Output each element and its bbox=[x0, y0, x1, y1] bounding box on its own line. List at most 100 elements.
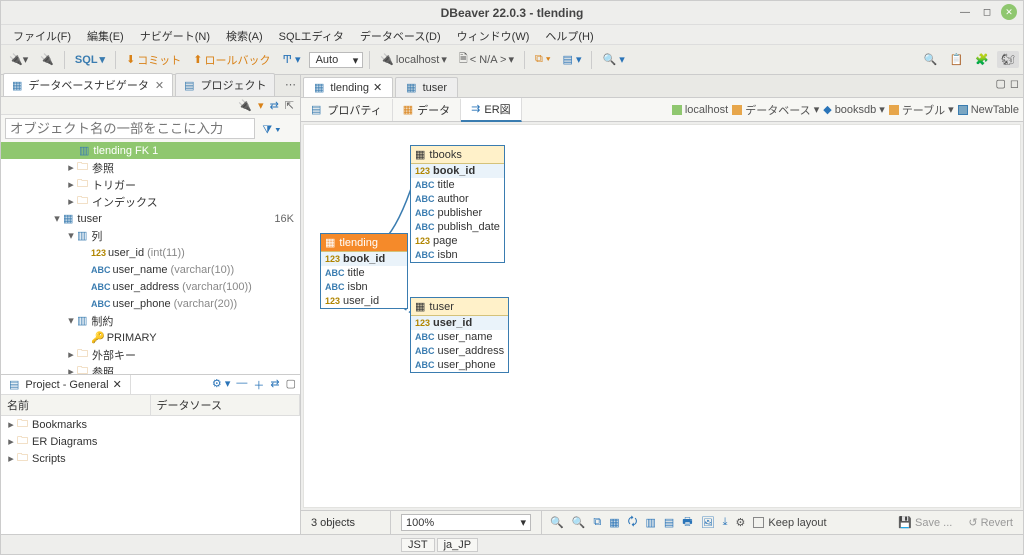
menu-help[interactable]: ヘルプ(H) bbox=[539, 27, 599, 42]
er-column[interactable]: 123book_id bbox=[411, 164, 504, 178]
rollback-button[interactable]: ⬆ ロールバック bbox=[189, 50, 274, 70]
layout-icon[interactable]: 📋 bbox=[946, 51, 968, 68]
er-column[interactable]: ABCtitle bbox=[411, 178, 504, 192]
collapse-arrow[interactable]: ▾ bbox=[51, 212, 63, 225]
er-column[interactable]: ABCuser_name bbox=[411, 330, 508, 344]
col-name-header[interactable]: 名前 bbox=[1, 395, 151, 415]
expand-arrow[interactable]: ▸ bbox=[5, 418, 17, 431]
menu-window[interactable]: ウィンドウ(W) bbox=[451, 27, 536, 42]
expand-arrow[interactable]: ▸ bbox=[65, 365, 77, 374]
bc-host[interactable]: localhost bbox=[672, 104, 728, 116]
expand-arrow[interactable]: ▸ bbox=[65, 348, 77, 361]
zoom-out-icon[interactable]: 🔍 bbox=[572, 516, 586, 529]
zoom-select[interactable]: 100%▾ bbox=[401, 514, 531, 531]
tab-projects[interactable]: ▤プロジェクト bbox=[175, 73, 275, 96]
editor-tab-tuser[interactable]: ▦tuser bbox=[395, 77, 458, 97]
settings-icon[interactable]: ⚙ bbox=[736, 516, 746, 529]
er-table-header-selected[interactable]: ▦tlending bbox=[321, 234, 407, 252]
expand-arrow[interactable]: ▸ bbox=[65, 195, 77, 208]
menu-database[interactable]: データベース(D) bbox=[354, 27, 447, 42]
link-icon[interactable]: ⇄ bbox=[270, 99, 279, 112]
minimize-button[interactable] bbox=[957, 4, 973, 20]
project-item-scripts[interactable]: ▸🗀Scripts bbox=[1, 450, 300, 467]
er-column[interactable]: 123user_id bbox=[411, 316, 508, 330]
er-column[interactable]: ABCisbn bbox=[321, 280, 407, 294]
er-column[interactable]: 123user_id bbox=[321, 294, 407, 308]
close-button[interactable] bbox=[1001, 4, 1017, 20]
tree-col-username[interactable]: ABCuser_name(varchar(10)) bbox=[1, 261, 300, 278]
col-datasource-header[interactable]: データソース bbox=[151, 395, 301, 415]
refresh-icon[interactable]: 🗘 bbox=[628, 513, 638, 532]
er-table-header[interactable]: ▦tuser bbox=[411, 298, 508, 316]
expand-arrow[interactable]: ▸ bbox=[65, 178, 77, 191]
tree-node-columns[interactable]: ▾▥列 bbox=[1, 227, 300, 244]
bc-database[interactable]: データベース ▾ bbox=[732, 102, 819, 118]
er-table-tuser[interactable]: ▦tuser 123user_idABCuser_nameABCuser_add… bbox=[410, 297, 509, 373]
tree-node-trigger[interactable]: ▸🗀トリガー bbox=[1, 176, 300, 193]
tx-button[interactable]: Ͳ ▾ bbox=[279, 51, 305, 68]
host-selector[interactable]: 🔌 localhost ▾ bbox=[376, 51, 451, 68]
tree-col-useraddress[interactable]: ABCuser_address(varchar(100)) bbox=[1, 278, 300, 295]
link-icon[interactable]: ⇄ bbox=[270, 377, 279, 393]
new-sql-icon[interactable]: 🔌 bbox=[36, 51, 58, 68]
tree-col-userphone[interactable]: ABCuser_phone(varchar(20)) bbox=[1, 295, 300, 312]
er-column[interactable]: ABCuser_phone bbox=[411, 358, 508, 372]
gear-icon[interactable]: ⚙ ▾ bbox=[212, 377, 230, 393]
keep-layout-toggle[interactable]: Keep layout bbox=[753, 517, 826, 529]
search-icon[interactable]: 🔍 ▾ bbox=[598, 51, 628, 68]
expand-arrow[interactable]: ▸ bbox=[5, 435, 17, 448]
bc-newtable[interactable]: NewTable bbox=[958, 104, 1019, 116]
er-column[interactable]: ABCpublisher bbox=[411, 206, 504, 220]
collapse-icon[interactable]: ▾ bbox=[258, 99, 264, 112]
subtab-er[interactable]: ⇉ER図 bbox=[461, 98, 522, 122]
tree-node-constraint[interactable]: ▾▥制約 bbox=[1, 312, 300, 329]
perspective-icon[interactable]: 🧩 bbox=[971, 51, 993, 68]
expand-arrow[interactable]: ▸ bbox=[65, 161, 77, 174]
grid-icon[interactable]: ▦ bbox=[609, 516, 619, 529]
tree-node-primary[interactable]: 🔑PRIMARY bbox=[1, 329, 300, 346]
tree-node-fk-group[interactable]: ▸🗀外部キー bbox=[1, 346, 300, 363]
er-column[interactable]: ABCpublish_date bbox=[411, 220, 504, 234]
menu-file[interactable]: ファイル(F) bbox=[7, 27, 77, 42]
expand-arrow[interactable]: ▸ bbox=[5, 452, 17, 465]
er-column[interactable]: 123book_id bbox=[321, 252, 407, 266]
er-column[interactable]: ABCtitle bbox=[321, 266, 407, 280]
maximize-icon[interactable]: ◻ bbox=[1010, 77, 1019, 90]
commit-button[interactable]: ⬇ コミット bbox=[122, 50, 185, 70]
collapse-arrow[interactable]: ▾ bbox=[65, 314, 77, 327]
subtab-data[interactable]: ▦データ bbox=[393, 99, 461, 121]
er-table-tbooks[interactable]: ▦tbooks 123book_idABCtitleABCauthorABCpu… bbox=[410, 145, 505, 263]
revert-button[interactable]: ↺ Revert bbox=[968, 516, 1013, 529]
timezone-cell[interactable]: JST bbox=[401, 538, 435, 552]
er-canvas[interactable]: ▦tbooks 123book_idABCtitleABCauthorABCpu… bbox=[303, 124, 1021, 508]
collapse-arrow[interactable]: ▾ bbox=[65, 229, 77, 242]
menu-edit[interactable]: 編集(E) bbox=[81, 27, 130, 42]
export-image-icon[interactable]: 🖼 bbox=[701, 516, 715, 529]
er-table-header[interactable]: ▦tbooks bbox=[411, 146, 504, 164]
tool-icon-1[interactable]: ⧉ ▾ bbox=[531, 51, 555, 68]
bc-tables[interactable]: テーブル ▾ bbox=[889, 102, 954, 118]
tree-col-userid[interactable]: 123user_id(int(11)) bbox=[1, 244, 300, 261]
export-icon[interactable]: ⤓ bbox=[723, 516, 728, 529]
filter-icon[interactable]: ⧩ ▾ bbox=[262, 124, 280, 136]
schema-selector[interactable]: 🗎 < N/A > ▾ bbox=[455, 48, 518, 71]
plus-icon[interactable]: ＋ bbox=[253, 377, 264, 393]
subtab-properties[interactable]: ▤プロパティ bbox=[301, 99, 393, 121]
db-tree[interactable]: ▥tlending FK 1 ▸🗀参照 ▸🗀トリガー ▸🗀インデックス ▾▦tu… bbox=[1, 142, 300, 374]
find-icon[interactable]: 🔍 bbox=[920, 51, 942, 68]
filter-input[interactable] bbox=[5, 118, 255, 139]
close-tab-icon[interactable]: ✕ bbox=[113, 378, 122, 391]
maximize-button[interactable] bbox=[979, 4, 995, 20]
expand-icon[interactable]: ⇱ bbox=[285, 99, 294, 112]
tree-node-tuser[interactable]: ▾▦tuser16K bbox=[1, 210, 300, 227]
er-column[interactable]: ABCuser_address bbox=[411, 344, 508, 358]
view-menu-icon[interactable]: ⋯ bbox=[285, 78, 296, 91]
close-tab-icon[interactable]: ✕ bbox=[373, 81, 382, 94]
refresh-icon[interactable]: 🔌 bbox=[238, 99, 252, 112]
project-tab[interactable]: ▤Project - General✕ bbox=[1, 375, 131, 394]
locale-cell[interactable]: ja_JP bbox=[437, 538, 479, 552]
project-tree[interactable]: ▸🗀Bookmarks ▸🗀ER Diagrams ▸🗀Scripts bbox=[1, 416, 300, 534]
er-column[interactable]: 123page bbox=[411, 234, 504, 248]
editor-tab-tlending[interactable]: ▦tlending✕ bbox=[303, 77, 393, 97]
maximize-icon[interactable]: ▢ bbox=[286, 377, 296, 393]
